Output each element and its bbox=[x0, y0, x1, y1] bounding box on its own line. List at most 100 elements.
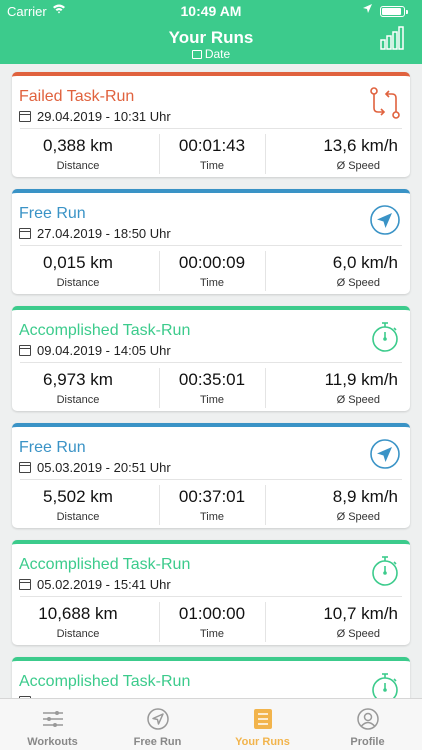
run-date-text: 29.04.2019 - 10:31 Uhr bbox=[37, 109, 171, 124]
status-bar: Carrier 10:49 AM bbox=[0, 0, 422, 22]
tab-label: Profile bbox=[350, 736, 385, 748]
time-label: Time bbox=[199, 277, 225, 289]
page-title: Your Runs bbox=[168, 28, 254, 47]
distance-value: 0,015 km bbox=[43, 253, 113, 272]
stopwatch-icon bbox=[368, 320, 402, 354]
navigation-icon bbox=[368, 437, 402, 471]
statistics-chart-icon[interactable] bbox=[380, 26, 404, 50]
tab-free-run[interactable]: Free Run bbox=[105, 699, 210, 750]
time-value: 01:00:00 bbox=[178, 604, 246, 623]
tab-your-runs[interactable]: Your Runs bbox=[210, 699, 315, 750]
speed-value: 13,6 km/h bbox=[323, 136, 398, 155]
divider bbox=[265, 602, 266, 642]
clock: 10:49 AM bbox=[180, 3, 242, 19]
run-date-text: 05.03.2019 - 20:51 Uhr bbox=[37, 460, 171, 475]
divider bbox=[265, 485, 266, 525]
speed-stat: 13,6 km/h Ø Speed bbox=[282, 135, 410, 173]
time-value: 00:01:43 bbox=[178, 136, 246, 155]
time-value: 00:00:09 bbox=[178, 253, 246, 272]
speed-value: 8,9 km/h bbox=[332, 487, 398, 506]
run-date: 05.02.2019 - 15:41 Uhr bbox=[19, 577, 171, 592]
divider bbox=[20, 128, 402, 129]
run-type: Accomplished Task-Run bbox=[19, 673, 191, 690]
sliders-icon bbox=[43, 711, 63, 727]
run-type: Accomplished Task-Run bbox=[19, 322, 191, 339]
speed-stat: 6,0 km/h Ø Speed bbox=[282, 252, 410, 290]
tab-label: Free Run bbox=[133, 736, 182, 748]
speed-label: Ø Speed bbox=[336, 160, 380, 172]
time-label: Time bbox=[199, 394, 225, 406]
calendar-icon bbox=[19, 345, 31, 356]
time-stat: 00:35:01 Time bbox=[159, 369, 265, 407]
list-icon bbox=[254, 709, 272, 729]
tab-label: Your Runs bbox=[235, 736, 290, 748]
run-type: Free Run bbox=[19, 439, 86, 456]
run-card[interactable]: Free Run 27.04.2019 - 18:50 Uhr 0,015 km Di… bbox=[12, 189, 410, 294]
run-card[interactable]: Accomplished Task-Run 09.04.2019 - 14:05 … bbox=[12, 306, 410, 411]
distance-stat: 5,502 km Distance bbox=[12, 486, 144, 524]
run-type: Free Run bbox=[19, 205, 86, 222]
divider bbox=[20, 479, 402, 480]
speed-value: 6,0 km/h bbox=[332, 253, 398, 272]
run-date-text: 09.04.2019 - 14:05 Uhr bbox=[37, 343, 171, 358]
run-card[interactable]: Accomplished Task-Run 05.02.2019 - 15:41 … bbox=[12, 540, 410, 645]
tab-label: Workouts bbox=[27, 736, 78, 748]
speed-value: 10,7 km/h bbox=[323, 604, 398, 623]
distance-label: Distance bbox=[56, 160, 100, 172]
sort-date-button[interactable]: Date bbox=[0, 47, 422, 61]
stopwatch-icon bbox=[368, 671, 402, 698]
runs-list[interactable]: Failed Task-Run 29.04.2019 - 10:31 Uhr 0,3… bbox=[0, 64, 422, 698]
time-stat: 00:37:01 Time bbox=[159, 486, 265, 524]
run-card[interactable]: Accomplished Task-RunDistanceTimeØ Speed bbox=[12, 657, 410, 698]
battery-icon bbox=[380, 6, 408, 17]
calendar-icon bbox=[19, 111, 31, 122]
swap-route-icon bbox=[368, 86, 402, 120]
speed-stat: 8,9 km/h Ø Speed bbox=[282, 486, 410, 524]
distance-value: 0,388 km bbox=[43, 136, 113, 155]
run-type: Accomplished Task-Run bbox=[19, 556, 191, 573]
run-date: 09.04.2019 - 14:05 Uhr bbox=[19, 343, 171, 358]
speed-label: Ø Speed bbox=[336, 628, 380, 640]
distance-value: 10,688 km bbox=[38, 604, 118, 623]
header: Carrier 10:49 AM Your Runs Date bbox=[0, 0, 422, 64]
divider bbox=[20, 596, 402, 597]
run-date-text: 27.04.2019 - 18:50 Uhr bbox=[37, 226, 171, 241]
navigation-icon bbox=[368, 203, 402, 237]
run-date-text: 05.02.2019 - 15:41 Uhr bbox=[37, 577, 171, 592]
run-date: 29.04.2019 - 10:31 Uhr bbox=[19, 109, 171, 124]
profile-icon bbox=[357, 708, 379, 730]
navigation-icon bbox=[147, 708, 169, 730]
time-label: Time bbox=[199, 511, 225, 523]
tab-bar: Workouts Free Run Your Runs Profile bbox=[0, 698, 422, 750]
location-arrow-icon bbox=[362, 3, 373, 17]
calendar-icon bbox=[191, 50, 202, 59]
distance-label: Distance bbox=[56, 511, 100, 523]
run-card[interactable]: Failed Task-Run 29.04.2019 - 10:31 Uhr 0,3… bbox=[12, 72, 410, 177]
speed-label: Ø Speed bbox=[336, 394, 380, 406]
time-label: Time bbox=[199, 160, 225, 172]
divider bbox=[20, 362, 402, 363]
calendar-icon bbox=[19, 579, 31, 590]
run-date: 27.04.2019 - 18:50 Uhr bbox=[19, 226, 171, 241]
speed-label: Ø Speed bbox=[336, 511, 380, 523]
speed-label: Ø Speed bbox=[336, 277, 380, 289]
speed-value: 11,9 km/h bbox=[324, 370, 398, 389]
distance-value: 6,973 km bbox=[43, 370, 113, 389]
divider bbox=[265, 134, 266, 174]
run-type: Failed Task-Run bbox=[19, 88, 135, 105]
tab-profile[interactable]: Profile bbox=[315, 699, 420, 750]
time-value: 00:35:01 bbox=[178, 370, 246, 389]
distance-stat: 10,688 km Distance bbox=[12, 603, 144, 641]
time-stat: 00:01:43 Time bbox=[159, 135, 265, 173]
time-label: Time bbox=[199, 628, 225, 640]
tab-workouts[interactable]: Workouts bbox=[0, 699, 105, 750]
run-card[interactable]: Free Run 05.03.2019 - 20:51 Uhr 5,502 km Di… bbox=[12, 423, 410, 528]
speed-stat: 10,7 km/h Ø Speed bbox=[282, 603, 410, 641]
distance-value: 5,502 km bbox=[43, 487, 113, 506]
distance-label: Distance bbox=[56, 394, 100, 406]
time-stat: 00:00:09 Time bbox=[159, 252, 265, 290]
divider bbox=[20, 245, 402, 246]
distance-label: Distance bbox=[56, 628, 100, 640]
calendar-icon bbox=[19, 462, 31, 473]
calendar-icon bbox=[19, 228, 31, 239]
